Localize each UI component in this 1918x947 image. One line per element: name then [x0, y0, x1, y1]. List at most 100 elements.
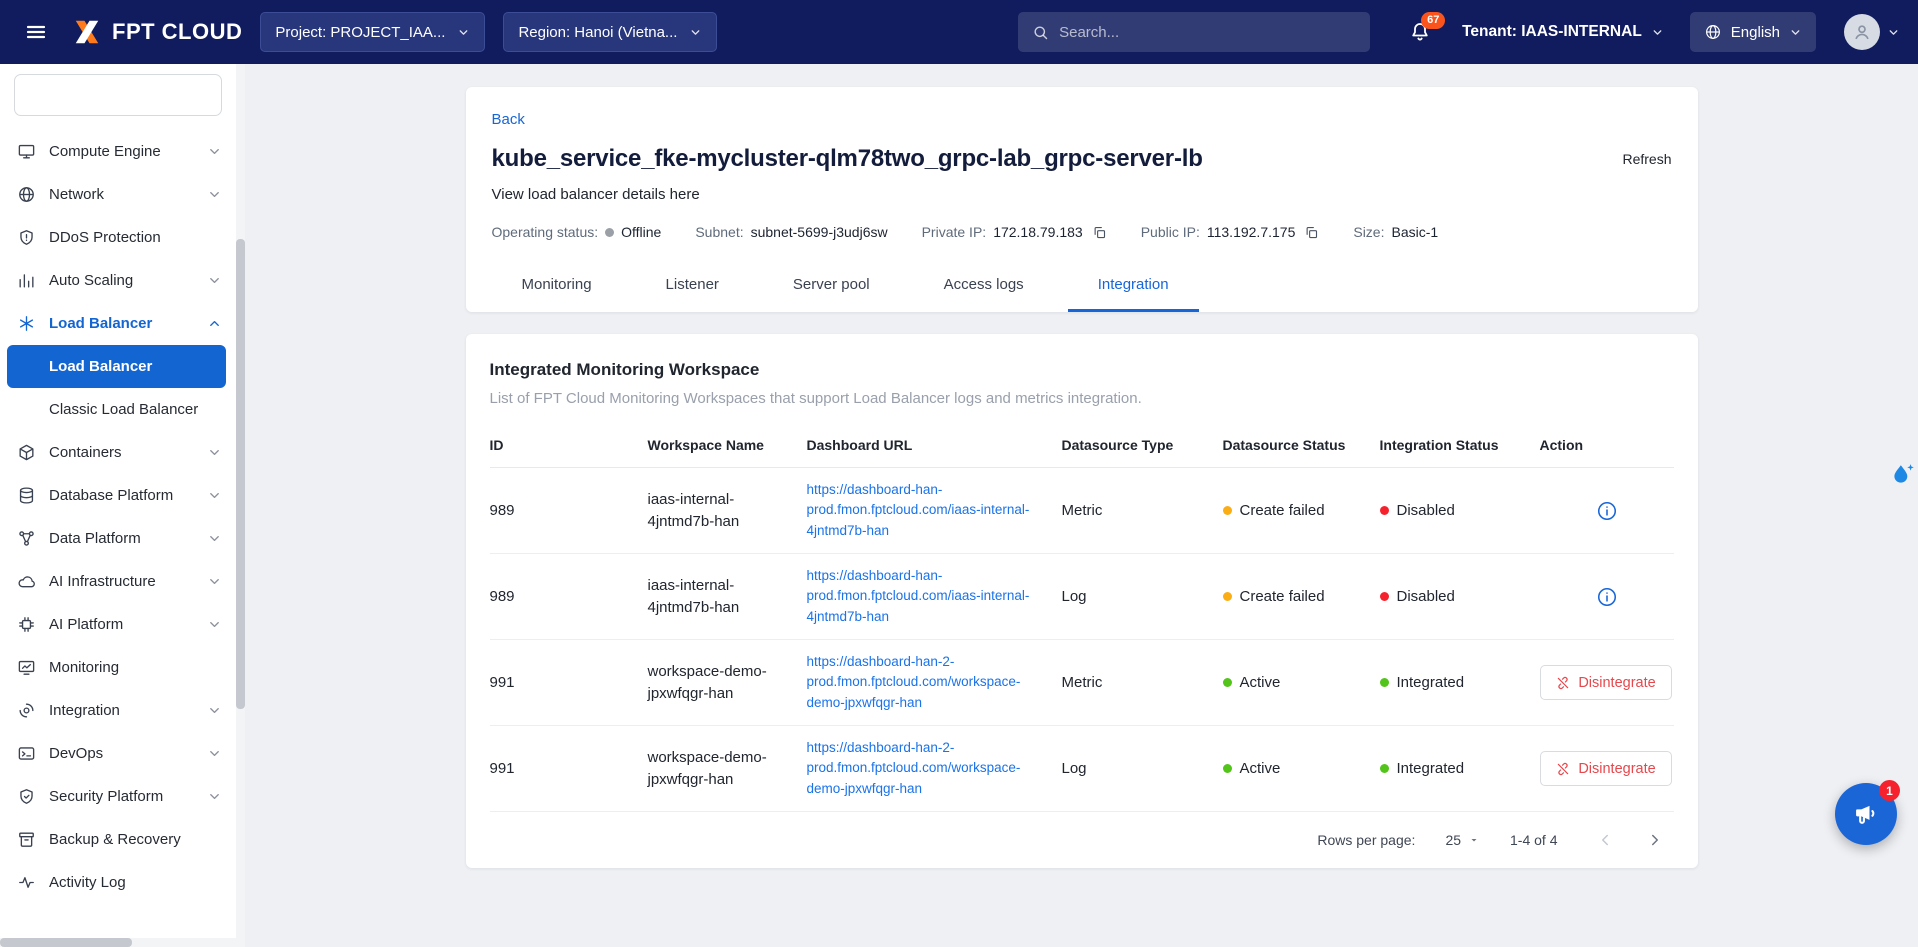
sidebar-subitem-label: Load Balancer	[49, 358, 152, 375]
chevron-down-icon	[207, 703, 222, 718]
copy-icon[interactable]	[1304, 225, 1319, 240]
load-balancer-icon	[17, 314, 36, 333]
panel-title: Integrated Monitoring Workspace	[490, 360, 1674, 380]
integration-icon	[17, 701, 36, 720]
sidebar-subitem-load-balancer[interactable]: Load Balancer	[7, 345, 226, 388]
sidebar-item-ddos-protection[interactable]: DDoS Protection	[0, 216, 236, 259]
project-dropdown[interactable]: Project: PROJECT_IAA...	[260, 12, 485, 52]
sidebar-subitem-classic-load-balancer[interactable]: Classic Load Balancer	[7, 388, 226, 431]
sidebar-item-monitoring[interactable]: Monitoring	[0, 646, 236, 689]
sidebar-item-auto-scaling[interactable]: Auto Scaling	[0, 259, 236, 302]
sidebar-item-containers[interactable]: Containers	[0, 431, 236, 474]
sidebar-item-backup-recovery[interactable]: Backup & Recovery	[0, 818, 236, 861]
tab-integration[interactable]: Integration	[1068, 260, 1199, 312]
cell-integration-status: Integrated	[1380, 760, 1540, 777]
table-row: 989 iaas-internal-4jntmd7b-han https://d…	[490, 554, 1674, 640]
sidebar-search-box[interactable]	[14, 74, 222, 116]
dashboard-url-link[interactable]: https://dashboard-han-prod.fmon.fptcloud…	[807, 566, 1062, 627]
language-dropdown[interactable]: English	[1690, 12, 1816, 52]
status-text: Active	[1240, 760, 1281, 777]
info-icon[interactable]	[1596, 500, 1618, 522]
tab-server-pool[interactable]: Server pool	[763, 260, 900, 312]
info-icon[interactable]	[1596, 586, 1618, 608]
sidebar-item-ai-platform[interactable]: AI Platform	[0, 603, 236, 646]
status-dot-error	[1380, 592, 1389, 601]
sidebar-item-security-platform[interactable]: Security Platform	[0, 775, 236, 818]
previous-page-button[interactable]	[1594, 829, 1616, 851]
scrollbar-thumb[interactable]	[0, 938, 132, 947]
tab-access-logs[interactable]: Access logs	[914, 260, 1054, 312]
refresh-button[interactable]: Refresh	[1622, 151, 1671, 167]
support-widget[interactable]	[1890, 462, 1916, 495]
notifications-button[interactable]: 67	[1408, 20, 1432, 44]
sidebar-item-data-platform[interactable]: Data Platform	[0, 517, 236, 560]
sidebar-item-network[interactable]: Network	[0, 173, 236, 216]
megaphone-icon	[1852, 800, 1880, 828]
size-label: Size:	[1353, 224, 1384, 240]
search-input[interactable]	[1059, 24, 1356, 41]
top-bar: FPT CLOUD Project: PROJECT_IAA... Region…	[0, 0, 1918, 64]
sidebar-item-activity-log[interactable]: Activity Log	[0, 861, 236, 904]
scrollbar-thumb[interactable]	[236, 239, 245, 709]
chevron-left-icon	[1596, 831, 1614, 849]
sidebar-item-load-balancer[interactable]: Load Balancer	[0, 302, 236, 345]
cell-id: 991	[490, 674, 648, 691]
activity-icon	[17, 873, 36, 892]
chevron-down-icon	[689, 26, 702, 39]
chevron-down-icon	[207, 746, 222, 761]
cell-workspace-name: workspace-demo-jpxwfqgr-han	[648, 661, 807, 705]
operating-status: Operating status: Offline	[492, 224, 662, 240]
size-info: Size: Basic-1	[1353, 224, 1438, 240]
sidebar-item-label: Network	[49, 186, 104, 203]
disintegrate-button[interactable]: Disintegrate	[1540, 751, 1672, 786]
archive-icon	[17, 830, 36, 849]
next-page-button[interactable]	[1644, 829, 1666, 851]
disintegrate-button[interactable]: Disintegrate	[1540, 665, 1672, 700]
sidebar-item-label: Security Platform	[49, 788, 163, 805]
search-icon	[1032, 24, 1049, 41]
region-dropdown[interactable]: Region: Hanoi (Vietna...	[503, 12, 717, 52]
dashboard-url-link[interactable]: https://dashboard-han-2-prod.fmon.fptclo…	[807, 738, 1062, 799]
fpt-cloud-logo[interactable]: FPT CLOUD	[72, 17, 242, 47]
status-dot-warning	[1223, 592, 1232, 601]
table-row: 991 workspace-demo-jpxwfqgr-han https://…	[490, 640, 1674, 726]
sidebar-item-integration[interactable]: Integration	[0, 689, 236, 732]
sidebar-item-label: Monitoring	[49, 659, 119, 676]
tab-monitoring[interactable]: Monitoring	[492, 260, 622, 312]
back-link[interactable]: Back	[492, 111, 525, 128]
monitoring-icon	[17, 658, 36, 677]
tenant-dropdown[interactable]: Tenant: IAAS-INTERNAL	[1462, 23, 1664, 41]
hamburger-menu-icon[interactable]	[18, 14, 54, 50]
col-header-datasource-status: Datasource Status	[1223, 437, 1380, 453]
cell-action	[1540, 586, 1674, 608]
user-menu[interactable]	[1844, 14, 1900, 50]
logo-text: FPT CLOUD	[112, 19, 242, 45]
status-dot-warning	[1223, 506, 1232, 515]
devops-icon	[17, 744, 36, 763]
global-search[interactable]	[1018, 12, 1370, 52]
announcements-button[interactable]: 1	[1835, 783, 1897, 845]
sidebar-horizontal-scrollbar[interactable]	[0, 938, 245, 947]
sidebar-vertical-scrollbar[interactable]	[236, 64, 245, 938]
status-text: Create failed	[1240, 588, 1325, 605]
sidebar-item-label: Load Balancer	[49, 315, 152, 332]
sidebar-item-database-platform[interactable]: Database Platform	[0, 474, 236, 517]
containers-icon	[17, 443, 36, 462]
sidebar-item-devops[interactable]: DevOps	[0, 732, 236, 775]
cell-action: Disintegrate	[1540, 751, 1674, 786]
cell-workspace-name: iaas-internal-4jntmd7b-han	[648, 489, 807, 533]
cell-id: 989	[490, 502, 648, 519]
copy-icon[interactable]	[1092, 225, 1107, 240]
dashboard-url-link[interactable]: https://dashboard-han-2-prod.fmon.fptclo…	[807, 652, 1062, 713]
dashboard-url-link[interactable]: https://dashboard-han-prod.fmon.fptcloud…	[807, 480, 1062, 541]
rows-per-page-select[interactable]: 25	[1445, 832, 1480, 848]
workspace-table: ID Workspace Name Dashboard URL Datasour…	[490, 433, 1674, 812]
cell-workspace-name: iaas-internal-4jntmd7b-han	[648, 575, 807, 619]
sidebar-item-ai-infrastructure[interactable]: AI Infrastructure	[0, 560, 236, 603]
status-text: Create failed	[1240, 502, 1325, 519]
tab-listener[interactable]: Listener	[636, 260, 749, 312]
sidebar-item-compute-engine[interactable]: Compute Engine	[0, 130, 236, 173]
status-dot-success	[1223, 764, 1232, 773]
chevron-down-icon	[207, 273, 222, 288]
public-ip-info: Public IP: 113.192.7.175	[1141, 224, 1320, 240]
